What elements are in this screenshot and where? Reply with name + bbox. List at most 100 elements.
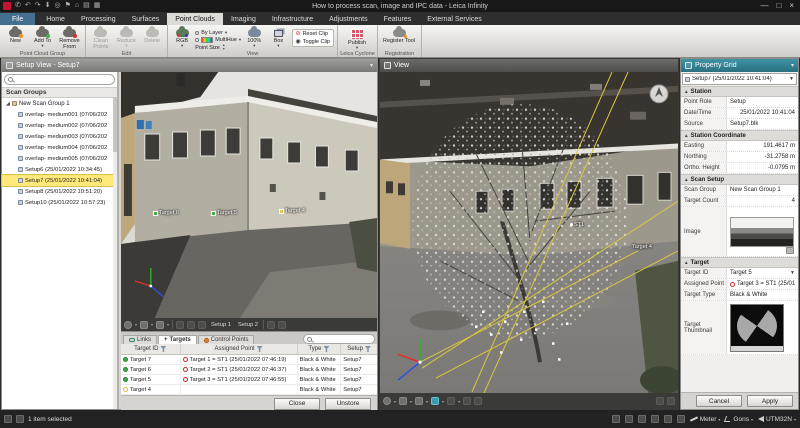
filter-icon[interactable]	[257, 346, 263, 352]
clock-icon[interactable]	[656, 397, 664, 405]
expand-icon[interactable]: ◢	[6, 101, 10, 107]
settings-icon[interactable]	[667, 397, 675, 405]
setup-panorama-thumbnail[interactable]	[730, 217, 794, 247]
tab-targets[interactable]: + Targets	[158, 335, 197, 344]
view-target-4-label[interactable]: Target 4	[632, 244, 652, 250]
table-row-target7[interactable]: Target 7 Target 1 = ST1 (25/01/2022 07:4…	[121, 355, 377, 365]
redo-icon[interactable]: ↷	[35, 2, 41, 10]
grid-tool-icon[interactable]	[474, 397, 482, 405]
tree-item-overlap-medium002[interactable]: overlap- medium002 (07/06/202	[2, 120, 117, 131]
undo-icon[interactable]: ↶	[25, 2, 31, 10]
zoom-100-button[interactable]: 100%▾	[243, 27, 265, 49]
point-size-spinner[interactable]: ▲▼	[222, 44, 225, 51]
table-row-target4[interactable]: Target 4 Black & White Setup7	[121, 385, 377, 395]
delete-button[interactable]: Delete	[140, 27, 164, 44]
close-button[interactable]: ×	[789, 1, 794, 11]
tab-adjustments[interactable]: Adjustments	[321, 13, 376, 25]
prev-setup-icon[interactable]	[187, 321, 195, 329]
next-setup-icon[interactable]	[198, 321, 206, 329]
target-tool-icon[interactable]	[176, 321, 184, 329]
photo-target-5-label[interactable]: Target 5	[211, 210, 237, 216]
close-button[interactable]: Close	[274, 398, 320, 410]
tree-item-setup7-selected[interactable]: Setup7 (25/01/2022 10:41:04)	[2, 175, 117, 186]
tree-item-setup10[interactable]: Setup10 (25/01/2022 10:57:23)	[2, 197, 117, 208]
distance-unit-selector[interactable]: Meter▾	[690, 416, 721, 423]
filter-icon[interactable]	[160, 346, 166, 352]
tab-imaging[interactable]: Imaging	[223, 13, 264, 25]
tree-item-overlap-medium003[interactable]: overlap- medium003 (07/06/202	[2, 131, 117, 142]
grid-settings-icon[interactable]	[638, 415, 646, 423]
reduce-button[interactable]: Reduce▾	[115, 27, 139, 49]
export-image-icon[interactable]	[786, 247, 794, 254]
pin-icon[interactable]: ▾	[370, 62, 373, 69]
point-size-control[interactable]: Point Size ▲▼	[195, 44, 241, 51]
import-icon[interactable]: ⬇	[45, 2, 51, 10]
tab-external-services[interactable]: External Services	[419, 13, 489, 25]
col-type[interactable]: Type	[298, 344, 342, 354]
link-tool-icon[interactable]	[140, 321, 148, 329]
tab-processing[interactable]: Processing	[73, 13, 124, 25]
angle-unit-selector[interactable]: Gons▾	[725, 416, 753, 423]
layers-icon[interactable]	[651, 415, 659, 423]
section-station-coordinate[interactable]: ▴Station Coordinate	[681, 130, 798, 141]
col-target-id[interactable]: Target ID	[121, 344, 181, 354]
cancel-button[interactable]: Cancel	[696, 395, 742, 407]
section-station[interactable]: ▴Station	[681, 86, 798, 97]
register-tool-button[interactable]: Register Tool	[381, 27, 417, 44]
unstore-button[interactable]: Unstore	[325, 398, 371, 410]
link-tool-icon[interactable]	[399, 397, 407, 405]
image-tool-icon[interactable]	[415, 397, 423, 405]
tab-point-clouds[interactable]: Point Clouds	[167, 13, 223, 25]
pick-tool-icon[interactable]	[278, 321, 286, 329]
tree-item-setup6[interactable]: Setup6 (25/01/2022 10:34:45)	[2, 164, 117, 175]
multihue-option[interactable]: MultiHue▾	[195, 37, 241, 43]
by-layer-radio[interactable]	[195, 31, 199, 35]
report-icon[interactable]	[625, 415, 633, 423]
rgb-button[interactable]: RGB▾	[171, 27, 193, 49]
tab-file[interactable]: File	[0, 13, 35, 25]
snap-icon[interactable]: ◎	[55, 2, 61, 10]
pin-icon[interactable]: ▾	[791, 62, 794, 69]
measure-tool-icon[interactable]	[267, 321, 275, 329]
photo-target-4-label[interactable]: Target 4	[279, 208, 305, 214]
tree-item-setup8[interactable]: Setup8 (25/01/2022 10:51:20)	[2, 186, 117, 197]
setup-photo-view[interactable]: Target 6 Target 5 Target 4	[121, 72, 377, 318]
filter-icon[interactable]	[323, 346, 329, 352]
tree-item-overlap-medium005[interactable]: overlap- medium005 (07/06/202	[2, 153, 117, 164]
new-point-cloud-button[interactable]: New	[3, 27, 28, 44]
section-target[interactable]: ▴Target	[681, 257, 798, 268]
target-thumbnail-image[interactable]	[730, 304, 784, 352]
tab-features[interactable]: Features	[376, 13, 420, 25]
box-clip-button[interactable]: Box▾	[267, 27, 289, 49]
add-to-button[interactable]: Add To▾	[30, 27, 55, 49]
maximize-button[interactable]: □	[776, 1, 781, 11]
tree-item-overlap-medium004[interactable]: overlap- medium004 (07/06/202	[2, 142, 117, 153]
home-icon[interactable]: ⌂	[75, 2, 79, 10]
flag-icon[interactable]	[664, 415, 672, 423]
point-cloud-tool-icon[interactable]	[431, 397, 439, 405]
view-mode-icon[interactable]	[383, 397, 391, 405]
filter-icon[interactable]	[365, 346, 371, 352]
report-icon[interactable]: ▤	[83, 2, 90, 10]
reset-clip-button[interactable]: ⊘ Reset Clip	[296, 31, 330, 37]
tab-home[interactable]: Home	[38, 13, 73, 25]
dock-right-icon[interactable]	[16, 415, 24, 423]
tab-control-points[interactable]: Control Points	[198, 335, 255, 344]
view-mode-icon[interactable]	[124, 321, 132, 329]
crs-selector[interactable]: UTM32N▾	[758, 416, 796, 423]
toggle-clip-button[interactable]: ◉ Toggle Clip	[296, 39, 330, 45]
minimize-button[interactable]: —	[760, 1, 768, 11]
cone-tool-icon[interactable]	[447, 397, 455, 405]
tab-infrastructure[interactable]: Infrastructure	[264, 13, 321, 25]
table-search[interactable]	[303, 334, 375, 344]
selected-object-dropdown[interactable]: Setup7 (25/01/2022 10:41:04) ▼	[682, 73, 797, 85]
tree-item-overlap-medium001[interactable]: overlap- medium001 (07/06/202	[2, 109, 117, 120]
clean-points-button[interactable]: Clean Points	[89, 27, 113, 50]
tree-search-input[interactable]	[15, 77, 111, 83]
section-scan-setup[interactable]: ▴Scan Setup	[681, 174, 798, 185]
setup2-toggle[interactable]: Setup 2	[236, 321, 260, 329]
publish-button[interactable]: Publish▾	[341, 27, 373, 51]
flag-icon[interactable]: ⚑	[65, 2, 71, 10]
prop-target-id[interactable]: Target ID Target 5▼	[681, 268, 798, 279]
tree-group-new-scan-group-1[interactable]: ◢ New Scan Group 1	[2, 98, 117, 109]
